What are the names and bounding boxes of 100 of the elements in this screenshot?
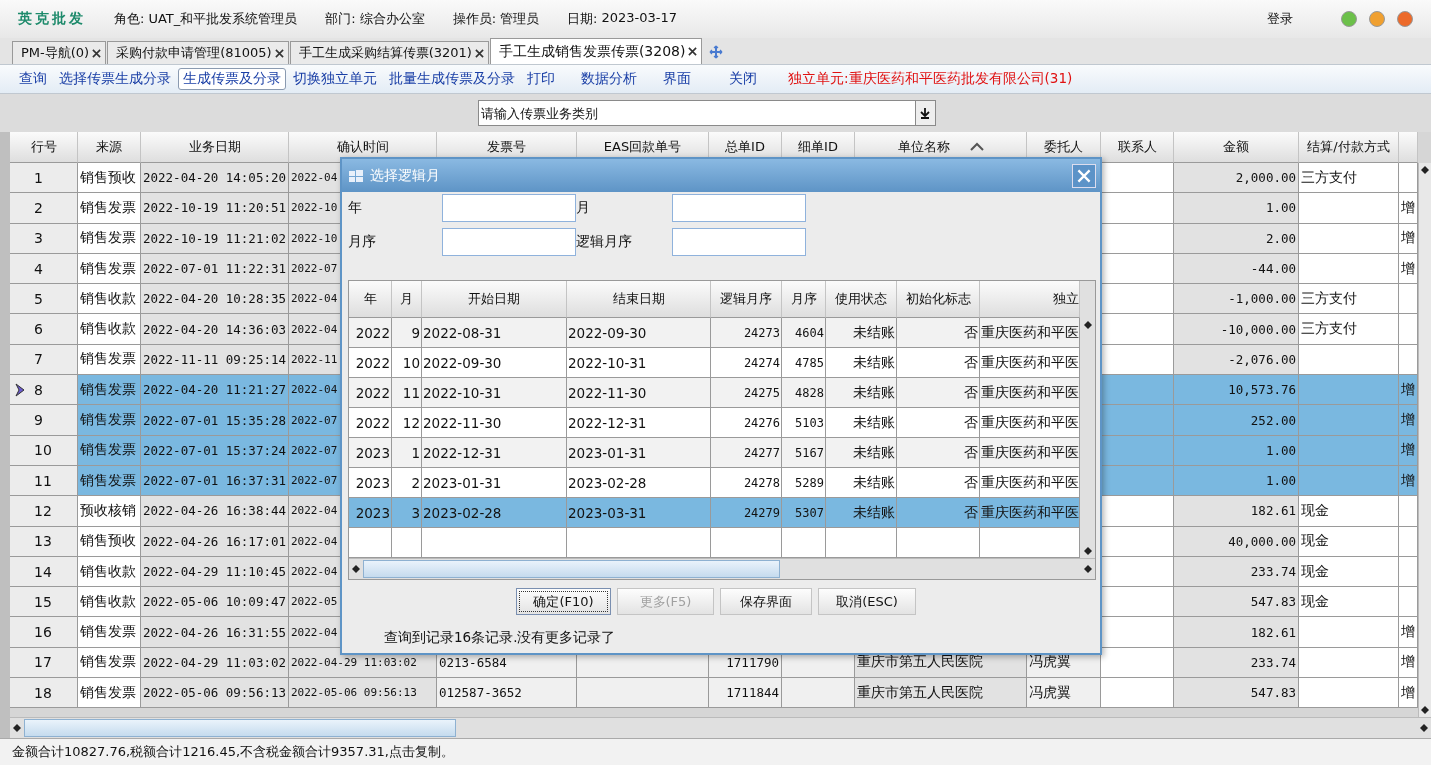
table-cell: 重庆医药和平医 — [980, 468, 1080, 498]
table-cell: 增 — [1399, 253, 1418, 285]
table-cell: 销售发票 — [78, 647, 141, 679]
scroll-right-icon[interactable] — [1084, 565, 1092, 573]
status-bar[interactable]: 金额合计10827.76,税额合计1216.45,不含税金额合计9357.31,点击复制。 — [0, 738, 1431, 765]
table-cell: 三方支付 — [1299, 163, 1399, 194]
table-cell: 13 — [10, 526, 78, 557]
table-cell: 1 — [10, 163, 78, 194]
scroll-up-icon[interactable] — [1083, 321, 1092, 329]
scroll-up-icon[interactable] — [1421, 166, 1429, 174]
table-cell: 重庆市第五人民医院 — [855, 678, 1027, 709]
tab[interactable]: 采购付款申请管理(81005) — [107, 41, 289, 64]
input-field[interactable] — [442, 194, 576, 222]
horizontal-scrollbar[interactable] — [10, 717, 1431, 738]
column-header[interactable]: 结算/付款方式 — [1299, 132, 1399, 163]
toolbar-button[interactable]: 查询 — [14, 68, 52, 90]
table-cell: 4604 — [782, 318, 826, 348]
scroll-right-icon[interactable] — [1420, 724, 1428, 732]
column-header[interactable]: 逻辑月序 — [711, 281, 782, 318]
column-header[interactable]: 初始化标志 — [897, 281, 980, 318]
column-header[interactable]: 联系人 — [1101, 132, 1174, 163]
window-dot-icon[interactable] — [1369, 11, 1385, 27]
close-icon[interactable] — [92, 48, 102, 58]
table-cell: 2022-07-01 15:35:28 — [141, 405, 289, 436]
table-cell: 182.61 — [1174, 496, 1299, 527]
close-icon[interactable] — [274, 48, 284, 58]
tab[interactable]: 手工生成销售发票传票(3208) — [489, 38, 703, 64]
column-header[interactable]: 月序 — [782, 281, 826, 318]
table-cell: 未结账 — [826, 498, 897, 528]
table-cell: 2022-04-26 16:31:55 — [141, 617, 289, 648]
scroll-thumb[interactable] — [24, 719, 456, 737]
table-cell: 40,000.00 — [1174, 526, 1299, 557]
toolbar-button[interactable]: 关闭 — [724, 68, 762, 90]
table-cell: 2022-04-26 16:17:01 — [141, 526, 289, 557]
window-dot-icon[interactable] — [1341, 11, 1357, 27]
table-cell: 未结账 — [826, 438, 897, 468]
dropdown-button[interactable] — [914, 100, 936, 126]
input-field[interactable] — [672, 194, 806, 222]
close-icon[interactable] — [474, 48, 484, 58]
window-dot-icon[interactable] — [1397, 11, 1413, 27]
column-header[interactable]: 业务日期 — [141, 132, 289, 163]
table-cell: 2022-04-26 16:38:44 — [141, 496, 289, 527]
category-select[interactable]: 请输入传票业务类别 — [477, 100, 915, 126]
table-cell: 重庆医药和平医 — [980, 348, 1080, 378]
close-button[interactable] — [1072, 163, 1096, 188]
toolbar-button[interactable]: 生成传票及分录 — [178, 68, 286, 90]
column-header[interactable]: 使用状态 — [826, 281, 897, 318]
sort-icon — [969, 142, 984, 152]
scroll-down-icon[interactable] — [1083, 547, 1092, 555]
table-cell: 24275 — [711, 378, 782, 408]
toolbar-button[interactable]: 数据分析 — [576, 68, 642, 90]
dialog-button[interactable]: 取消(ESC) — [818, 588, 916, 615]
table-cell: 4828 — [782, 378, 826, 408]
login-link[interactable]: 登录 — [1267, 10, 1293, 28]
table-cell: 2023-01-31 — [422, 468, 567, 498]
column-header[interactable]: 金额 — [1174, 132, 1299, 163]
table-cell: 17 — [10, 647, 78, 679]
column-header[interactable]: 行号 — [10, 132, 78, 163]
table-cell: 未结账 — [826, 468, 897, 498]
table-cell — [1399, 587, 1418, 618]
column-header[interactable]: 独立 — [980, 281, 1080, 318]
dialog-button[interactable]: 保存界面 — [720, 588, 812, 615]
table-cell — [1399, 314, 1418, 345]
info-value: 综合办公室 — [359, 10, 425, 28]
table-cell: 10 — [10, 435, 78, 466]
table-cell: 2022-09-30 — [567, 318, 711, 348]
horizontal-scrollbar[interactable] — [349, 558, 1095, 579]
table-cell: 增 — [1399, 617, 1418, 648]
toolbar-button[interactable]: 选择传票生成分录 — [54, 68, 176, 90]
table-cell: 销售预收 — [78, 163, 141, 194]
table-cell: 1.00 — [1174, 193, 1299, 224]
column-header[interactable]: 开始日期 — [422, 281, 567, 318]
table-cell: 2 — [10, 193, 78, 224]
dialog-button[interactable]: 确定(F10) — [516, 588, 611, 615]
info-label: 日期: — [567, 10, 598, 28]
close-icon[interactable] — [688, 47, 698, 56]
scroll-thumb[interactable] — [363, 560, 780, 578]
scroll-left-icon[interactable] — [13, 724, 21, 732]
input-field[interactable] — [442, 228, 576, 256]
field-label: 逻辑月序 — [576, 232, 633, 251]
column-header[interactable]: 年 — [349, 281, 392, 318]
scroll-down-icon[interactable] — [1421, 706, 1429, 714]
toolbar-button[interactable]: 打印 — [522, 68, 560, 90]
column-header[interactable]: 结束日期 — [567, 281, 711, 318]
tab[interactable]: PM-导航(0) — [12, 41, 107, 64]
tab[interactable]: 手工生成采购结算传票(3201) — [289, 41, 489, 64]
toolbar-button[interactable]: 批量生成传票及分录 — [384, 68, 520, 90]
toolbar-button[interactable]: 切换独立单元 — [288, 68, 382, 90]
table-cell: 销售收款 — [78, 587, 141, 618]
table-cell: 三方支付 — [1299, 284, 1399, 315]
table-cell: 增 — [1399, 375, 1418, 406]
column-header[interactable]: 月 — [392, 281, 422, 318]
table-cell: 2022 — [349, 318, 392, 348]
toolbar-button[interactable]: 界面 — [658, 68, 696, 90]
table-cell: 增 — [1399, 193, 1418, 224]
table-cell: 233.74 — [1174, 647, 1299, 679]
column-header[interactable]: 来源 — [78, 132, 141, 163]
input-field[interactable] — [672, 228, 806, 256]
scroll-left-icon[interactable] — [352, 565, 360, 573]
table-cell: 未结账 — [826, 318, 897, 348]
